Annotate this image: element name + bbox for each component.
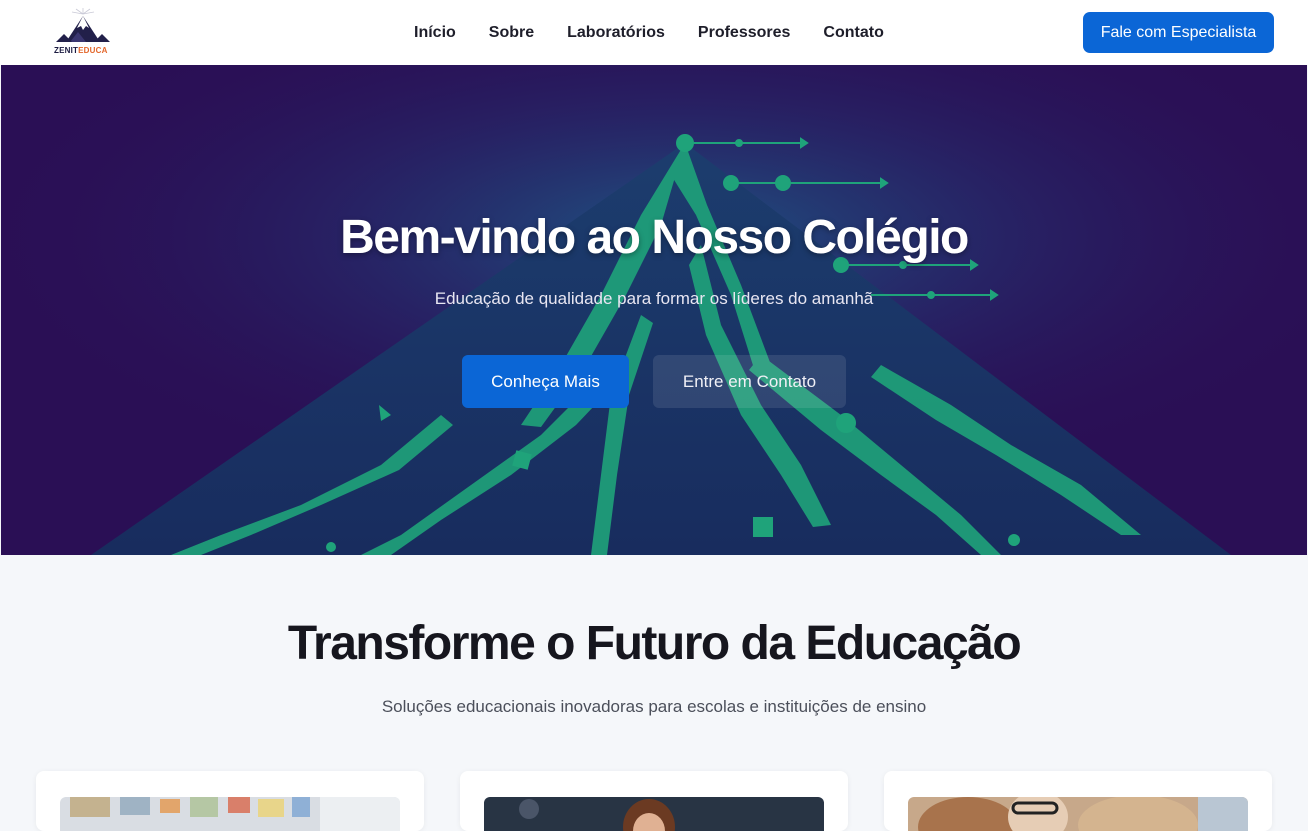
mountain-illustration	[1, 65, 1307, 555]
brand-name-part1: ZENIT	[54, 46, 79, 55]
feature-card[interactable]	[460, 771, 848, 831]
learn-more-button[interactable]: Conheça Mais	[462, 355, 629, 408]
features-subtitle: Soluções educacionais inovadoras para es…	[381, 697, 927, 716]
nav-link-laboratorios[interactable]: Laboratórios	[567, 24, 665, 42]
hero-banner: Bem-vindo ao Nosso Colégio Educação de q…	[1, 65, 1307, 555]
hero-title: Bem-vindo ao Nosso Colégio	[340, 211, 969, 264]
feature-card[interactable]	[884, 771, 1272, 831]
main-nav: Início Sobre Laboratórios Professores Co…	[414, 0, 884, 65]
classroom-photo	[60, 797, 400, 831]
mountain-logo-icon	[56, 8, 110, 42]
hero-subtitle: Educação de qualidade para formar os líd…	[434, 289, 874, 308]
feature-card[interactable]	[36, 771, 424, 831]
nav-link-inicio[interactable]: Início	[414, 24, 456, 42]
nav-link-contato[interactable]: Contato	[823, 24, 883, 42]
nav-link-professores[interactable]: Professores	[698, 24, 791, 42]
nav-link-sobre[interactable]: Sobre	[489, 24, 534, 42]
teacher-photo	[484, 797, 824, 831]
brand-name-part2: EDUCA	[78, 46, 108, 55]
talk-to-specialist-button[interactable]: Fale com Especialista	[1083, 12, 1274, 53]
site-header: ZENITEDUCA Início Sobre Laboratórios Pro…	[0, 0, 1308, 65]
brand-wordmark: ZENITEDUCA	[54, 46, 108, 55]
features-title: Transforme o Futuro da Educação	[287, 617, 1022, 670]
brand-logo[interactable]: ZENITEDUCA	[50, 8, 116, 58]
students-photo	[908, 797, 1248, 831]
contact-us-button[interactable]: Entre em Contato	[653, 355, 846, 408]
